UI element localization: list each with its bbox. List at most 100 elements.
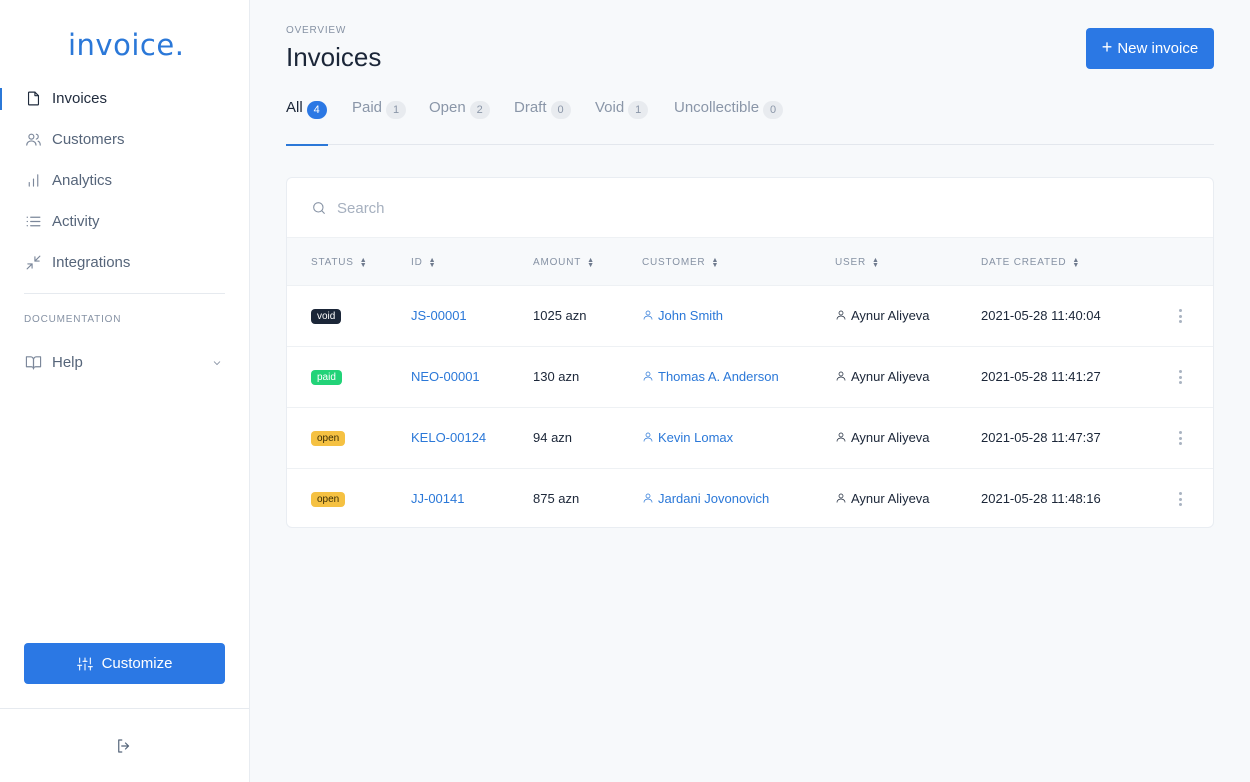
sort-icon: ▲ ▼ [587, 256, 595, 269]
invoices-card: STATUS▲▼ ID▲▼ AMOUNT▲▼ CUSTOMER▲▼ USER▲▼… [286, 177, 1214, 528]
status-tabs: All 4 Paid 1 Open 2 Draft 0 Void 1 Uncollecti… [286, 92, 1214, 146]
customer-link[interactable]: Thomas A. Anderson [642, 369, 779, 384]
status-badge: void [311, 309, 342, 324]
sidebar-footer-divider [0, 708, 249, 709]
tab-count-badge: 1 [628, 101, 649, 119]
user-icon [642, 309, 654, 321]
more-vertical-icon[interactable] [1177, 490, 1183, 508]
tab-draft[interactable]: Draft 0 [514, 92, 571, 145]
tab-label: All [286, 99, 303, 116]
more-vertical-icon[interactable] [1177, 368, 1183, 386]
book-open-icon [24, 354, 42, 372]
user-icon [835, 431, 847, 443]
tab-open[interactable]: Open 2 [429, 92, 490, 145]
sidebar-nav: Invoices Customers Analytics Activity In… [0, 78, 249, 283]
sidebar-item-label: Integrations [52, 254, 131, 271]
tab-all[interactable]: All 4 [286, 92, 328, 146]
invoice-id-link[interactable]: KELO-00124 [411, 430, 486, 445]
log-out-icon [118, 739, 130, 753]
tab-label: Paid [352, 99, 383, 116]
tab-paid[interactable]: Paid 1 [352, 92, 407, 145]
new-invoice-label: New invoice [1117, 40, 1199, 57]
customer-link[interactable]: John Smith [642, 308, 723, 323]
sliders-icon [76, 656, 93, 671]
user-icon [835, 370, 847, 382]
tab-label: Draft [514, 99, 547, 116]
customer-link[interactable]: Kevin Lomax [642, 430, 733, 445]
table-row[interactable]: open KELO-00124 94 azn Kevin Lomax Aynur… [287, 408, 1213, 469]
search-input[interactable] [337, 196, 937, 220]
sidebar-item-analytics[interactable]: Analytics [0, 160, 249, 201]
date-created-value: 2021-05-28 11:48:16 [981, 491, 1101, 506]
user-icon [835, 309, 847, 321]
sidebar-item-label: Analytics [52, 172, 113, 189]
page-title: Invoices [286, 42, 382, 72]
tab-void[interactable]: Void 1 [595, 92, 649, 145]
sort-icon: ▲ ▼ [1072, 256, 1081, 269]
sidebar-item-label: Activity [52, 213, 100, 230]
sidebar-divider [24, 293, 225, 294]
invoice-id-link[interactable]: JS-00001 [411, 308, 467, 323]
table-row[interactable]: paid NEO-00001 130 azn Thomas A. Anderso… [287, 347, 1213, 408]
status-badge: open [311, 492, 346, 507]
sidebar-item-help[interactable]: Help [0, 342, 249, 383]
customize-button[interactable]: Customize [24, 643, 225, 684]
column-header-status[interactable]: STATUS ▲ ▼ [311, 256, 368, 269]
sort-icon: ▲ ▼ [711, 256, 720, 269]
invoice-id-link[interactable]: JJ-00141 [411, 491, 464, 506]
plus-icon: + [1101, 37, 1113, 57]
customer-link[interactable]: Jardani Jovonovich [642, 491, 769, 506]
sort-icon: ▲ ▼ [359, 256, 368, 269]
new-invoice-button[interactable]: + New invoice [1086, 28, 1214, 69]
sidebar-item-label: Customers [52, 131, 125, 148]
tab-uncollectible[interactable]: Uncollectible 0 [674, 92, 784, 145]
user-icon [642, 492, 654, 504]
amount-value: 1025 azn [533, 308, 587, 323]
column-header-user[interactable]: USER ▲ ▼ [835, 256, 880, 269]
sidebar-item-integrations[interactable]: Integrations [0, 242, 249, 283]
tab-label: Void [595, 99, 625, 116]
invoice-id-link[interactable]: NEO-00001 [411, 369, 480, 384]
amount-value: 875 azn [533, 491, 580, 506]
logout-button[interactable] [115, 737, 133, 755]
user-value: Aynur Aliyeva [835, 491, 930, 506]
user-icon [642, 370, 654, 382]
search-bar [287, 178, 1213, 238]
column-header-date-created[interactable]: DATE CREATED ▲ ▼ [981, 256, 1081, 269]
search-icon [311, 200, 327, 216]
brand-logo[interactable]: invoice. [68, 28, 184, 62]
customize-label: Customize [101, 655, 173, 672]
tab-label: Uncollectible [674, 99, 760, 116]
user-icon [835, 492, 847, 504]
more-vertical-icon[interactable] [1177, 307, 1183, 325]
status-badge: open [311, 431, 346, 446]
table-row[interactable]: open JJ-00141 875 azn Jardani Jovonovich… [287, 469, 1213, 527]
sidebar-item-invoices[interactable]: Invoices [0, 78, 249, 119]
column-header-amount[interactable]: AMOUNT ▲ ▼ [533, 256, 595, 269]
tab-count-badge: 0 [763, 101, 784, 119]
sidebar-item-label: Invoices [52, 90, 108, 107]
chevron-down-icon [211, 356, 223, 368]
user-value: Aynur Aliyeva [835, 369, 930, 384]
amount-value: 94 azn [533, 430, 573, 445]
tab-count-badge: 2 [469, 101, 490, 119]
sidebar-item-customers[interactable]: Customers [0, 119, 249, 160]
tab-count-badge: 1 [386, 101, 407, 119]
sort-icon: ▲ ▼ [428, 256, 437, 269]
column-header-id[interactable]: ID ▲ ▼ [411, 256, 437, 269]
file-icon [24, 90, 42, 108]
table-header: STATUS ▲ ▼ ID ▲ ▼ AMOUNT ▲ ▼ CUSTOMER ▲ ▼ USER ▲ ▼… [287, 238, 1213, 286]
user-value: Aynur Aliyeva [835, 430, 930, 445]
user-value: Aynur Aliyeva [835, 308, 930, 323]
sort-icon: ▲ ▼ [871, 256, 880, 269]
column-header-customer[interactable]: CUSTOMER ▲ ▼ [642, 256, 720, 269]
tab-label: Open [429, 99, 466, 116]
bar-chart-icon [24, 172, 42, 190]
date-created-value: 2021-05-28 11:47:37 [981, 430, 1101, 445]
more-vertical-icon[interactable] [1177, 429, 1183, 447]
user-icon [642, 431, 654, 443]
tab-count-badge: 4 [306, 101, 327, 119]
sidebar-item-activity[interactable]: Activity [0, 201, 249, 242]
minimize-icon [24, 254, 42, 272]
table-row[interactable]: void JS-00001 1025 azn John Smith Aynur … [287, 286, 1213, 347]
